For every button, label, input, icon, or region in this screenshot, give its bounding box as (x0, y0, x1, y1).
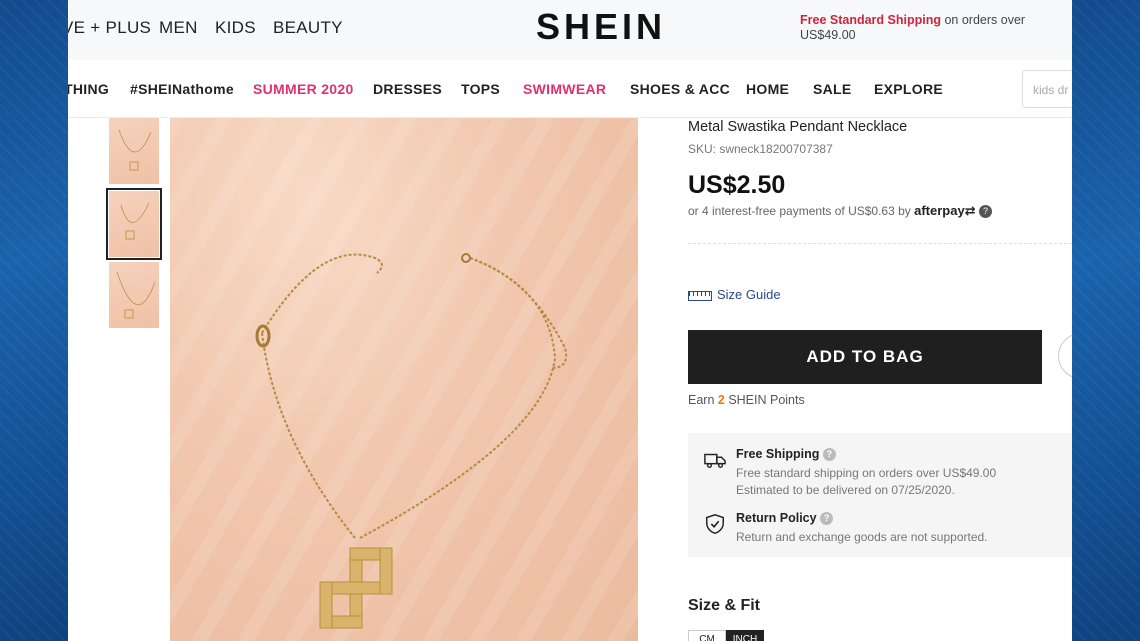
shipping-info-panel: Free Shipping ? Free standard shipping o… (688, 433, 1072, 557)
nav-item-home[interactable]: HOME (746, 81, 789, 97)
section-divider (688, 243, 1072, 244)
product-sku: SKU: swneck18200707387 (688, 142, 833, 156)
necklace-thumbnail-image (116, 271, 156, 319)
necklace-thumbnail-image (120, 202, 150, 240)
main-nav: THING #SHEINathome SUMMER 2020 DRESSES T… (68, 60, 1072, 118)
necklace-thumbnail-image (118, 129, 152, 171)
afterpay-logo: afterpay (914, 203, 965, 218)
wishlist-button[interactable] (1058, 333, 1072, 379)
gallery-thumbnail-selected[interactable] (106, 188, 162, 260)
free-shipping-label: Free Shipping (736, 447, 820, 461)
free-shipping-detail: Free standard shipping on orders over US… (736, 466, 997, 480)
size-guide-label: Size Guide (717, 287, 781, 302)
nav-item-tops[interactable]: TOPS (461, 81, 500, 97)
truck-icon (704, 453, 726, 469)
frame-left-edge (0, 0, 68, 641)
main-product-image (170, 118, 638, 641)
return-policy-title: Return Policy ? (736, 511, 834, 526)
unit-toggle: CM INCH (688, 630, 764, 641)
nav-item-swimwear[interactable]: SWIMWEAR (523, 81, 606, 97)
help-icon[interactable]: ? (822, 448, 836, 462)
points-prefix: Earn (688, 393, 718, 407)
help-icon[interactable]: ? (820, 512, 834, 526)
points-suffix: SHEIN Points (724, 393, 805, 407)
brand-logo[interactable]: SHEIN (536, 6, 666, 48)
category-link-beauty[interactable]: BEAUTY (273, 18, 343, 38)
installment-text: or 4 interest-free payments of US$0.63 b… (688, 204, 915, 218)
category-link-men[interactable]: MEN (159, 18, 198, 38)
nav-item-shoes-acc[interactable]: SHOES & ACC (630, 81, 730, 97)
nav-item-summer-2020[interactable]: SUMMER 2020 (253, 81, 354, 97)
ruler-icon (688, 290, 712, 301)
shipping-banner: Free Standard Shipping on orders over US… (800, 13, 1040, 43)
points-info: Earn 2 SHEIN Points (688, 393, 805, 407)
product-price: US$2.50 (688, 171, 786, 199)
size-guide-link[interactable]: Size Guide (688, 287, 781, 302)
add-to-bag-button[interactable]: ADD TO BAG (688, 330, 1042, 384)
help-icon[interactable]: ? (978, 205, 992, 219)
product-title: Metal Swastika Pendant Necklace (688, 119, 908, 135)
return-policy-label: Return Policy (736, 511, 817, 525)
unit-tab-cm[interactable]: CM (688, 630, 726, 641)
category-link-plus[interactable]: VE + PLUS (68, 18, 151, 38)
gallery-thumbnail[interactable] (109, 118, 159, 184)
free-shipping-title: Free Shipping ? (736, 447, 836, 462)
delivery-estimate: Estimated to be delivered on 07/25/2020. (736, 483, 955, 497)
web-page: VE + PLUS MEN KIDS BEAUTY SHEIN Free Sta… (68, 0, 1072, 641)
category-link-kids[interactable]: KIDS (215, 18, 256, 38)
nav-item-sale[interactable]: SALE (813, 81, 852, 97)
size-fit-heading: Size & Fit (688, 597, 761, 614)
gallery-thumbnail[interactable] (109, 262, 159, 328)
unit-tab-inch[interactable]: INCH (726, 630, 764, 641)
search-input[interactable]: kids dr (1022, 70, 1072, 108)
pendant-necklace-image (255, 253, 568, 629)
nav-item-dresses[interactable]: DRESSES (373, 81, 442, 97)
return-policy-text: Return and exchange goods are not suppor… (736, 530, 988, 544)
nav-item-explore[interactable]: EXPLORE (874, 81, 943, 97)
nav-item-sheinathome[interactable]: #SHEINathome (130, 81, 234, 97)
afterpay-arrows-icon: ⇄ (964, 203, 976, 218)
frame-right-edge (1072, 0, 1140, 641)
top-bar: VE + PLUS MEN KIDS BEAUTY SHEIN Free Sta… (68, 0, 1072, 60)
shield-check-icon (706, 514, 724, 534)
installment-info: or 4 interest-free payments of US$0.63 b… (688, 203, 992, 219)
points-value: 2 (717, 393, 725, 407)
nav-item-clothing[interactable]: THING (68, 81, 109, 97)
shipping-banner-highlight: Free Standard Shipping (800, 13, 941, 27)
